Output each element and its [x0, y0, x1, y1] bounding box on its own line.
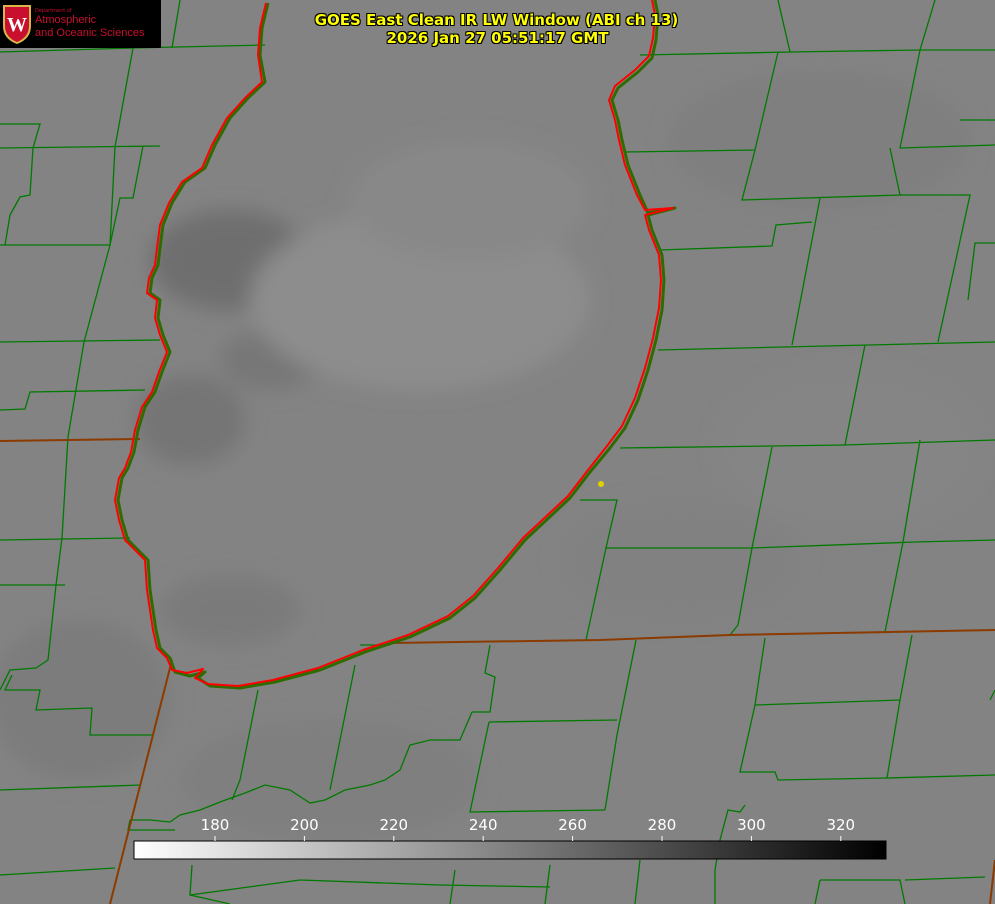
colorbar-tick-label: 280: [648, 816, 677, 834]
colorbar-tick-label: 260: [558, 816, 587, 834]
colorbar-tick-label: 220: [379, 816, 408, 834]
product-title: GOES East Clean IR LW Window (ABI ch 13): [314, 11, 679, 29]
satellite-map: 180 200 220 240 260 280 300 320: [0, 0, 995, 904]
colorbar-tick-label: 180: [201, 816, 230, 834]
colorbar-tick-label: 200: [290, 816, 319, 834]
image-timestamp: 2026 Jan 27 05:51:17 GMT: [386, 29, 609, 47]
colorbar-tick-label: 320: [826, 816, 855, 834]
colorbar-gradient: [133, 840, 887, 860]
location-marker: [598, 481, 604, 487]
colorbar-tick-label: 300: [737, 816, 766, 834]
colorbar-tick-label: 240: [469, 816, 498, 834]
